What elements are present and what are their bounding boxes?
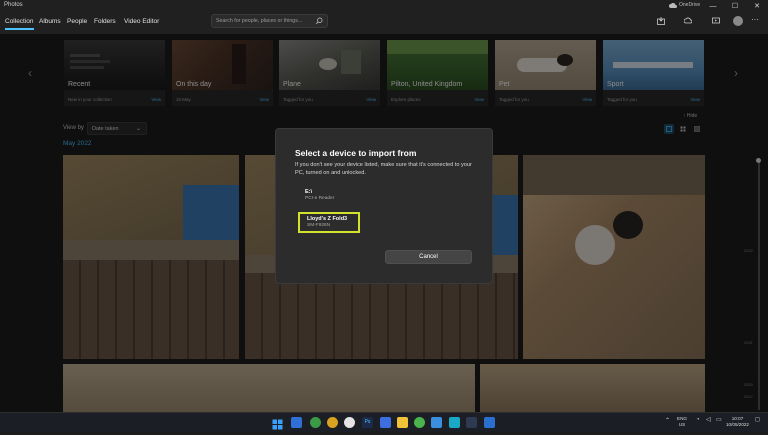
dialog-description: If you don't see your device listed, mak… bbox=[295, 162, 472, 176]
chrome-canary-icon[interactable] bbox=[327, 417, 338, 428]
nav-bar: Collection Albums People Folders Video E… bbox=[0, 12, 768, 34]
more-options-icon[interactable]: ··· bbox=[751, 16, 759, 24]
maximize-button[interactable]: ☐ bbox=[724, 0, 746, 12]
tab-people[interactable]: People bbox=[67, 18, 87, 25]
window-controls: — ☐ ✕ bbox=[702, 0, 768, 12]
device-type: PCI-e Reader bbox=[305, 196, 335, 201]
device-name: Lloyd's Z Fold3 bbox=[307, 216, 348, 222]
device-option-e-drive[interactable]: E:\ PCI-e Reader bbox=[298, 187, 358, 207]
app-icon[interactable] bbox=[466, 417, 477, 428]
chat-icon[interactable] bbox=[414, 417, 425, 428]
minimize-button[interactable]: — bbox=[702, 0, 724, 12]
tab-collection[interactable]: Collection bbox=[5, 18, 34, 30]
onedrive-status[interactable]: OneDrive bbox=[669, 2, 700, 8]
device-name: E:\ bbox=[305, 189, 313, 195]
region-code: US bbox=[678, 421, 686, 427]
time-text: 10:07 bbox=[731, 416, 744, 421]
volume-icon[interactable]: ◁ bbox=[706, 417, 711, 424]
search-icon[interactable] bbox=[315, 17, 323, 25]
language-code: ENG bbox=[677, 416, 687, 421]
chrome-icon[interactable] bbox=[310, 417, 321, 428]
wifi-icon[interactable]: ◔ bbox=[696, 417, 700, 424]
file-explorer-icon[interactable] bbox=[397, 417, 408, 428]
search-input[interactable] bbox=[216, 15, 312, 27]
title-bar: Photos OneDrive — ☐ ✕ bbox=[0, 0, 768, 12]
app-icon[interactable] bbox=[380, 417, 391, 428]
tab-video-editor[interactable]: Video Editor bbox=[124, 18, 159, 25]
browser-icon[interactable] bbox=[344, 417, 355, 428]
photos-icon[interactable] bbox=[484, 417, 495, 428]
taskbar: Ps ⌃ ENG US ◔ ◁ ▭ 10:07 10/05/2022 ◻ bbox=[0, 412, 768, 432]
date-text: 10/05/2022 bbox=[726, 421, 749, 427]
search-box[interactable] bbox=[211, 14, 328, 28]
slideshow-icon[interactable] bbox=[711, 16, 721, 26]
cloud-icon bbox=[669, 2, 677, 8]
cloud-sync-icon[interactable] bbox=[683, 16, 693, 26]
device-option-z-fold3[interactable]: Lloyd's Z Fold3 SM-F926N bbox=[298, 212, 360, 233]
import-icon[interactable] bbox=[656, 16, 666, 26]
battery-icon[interactable]: ▭ bbox=[716, 417, 722, 424]
chevron-up-icon[interactable]: ⌃ bbox=[665, 418, 670, 425]
app-title: Photos bbox=[4, 2, 23, 8]
onedrive-label: OneDrive bbox=[679, 2, 701, 8]
tab-folders[interactable]: Folders bbox=[94, 18, 116, 25]
import-device-dialog: Select a device to import from If you do… bbox=[275, 128, 493, 284]
dialog-title: Select a device to import from bbox=[295, 148, 417, 158]
tab-albums[interactable]: Albums bbox=[39, 18, 61, 25]
photoshop-icon[interactable]: Ps bbox=[362, 417, 373, 428]
mail-icon[interactable] bbox=[291, 417, 302, 428]
language-indicator[interactable]: ENG US bbox=[677, 416, 687, 427]
avatar[interactable] bbox=[733, 16, 743, 26]
clock[interactable]: 10:07 10/05/2022 bbox=[726, 416, 749, 427]
start-icon[interactable] bbox=[272, 417, 283, 430]
app-icon[interactable] bbox=[449, 417, 460, 428]
notification-icon[interactable]: ◻ bbox=[755, 417, 760, 424]
close-button[interactable]: ✕ bbox=[746, 0, 768, 12]
store-icon[interactable] bbox=[431, 417, 442, 428]
cancel-button[interactable]: Cancel bbox=[385, 250, 472, 264]
device-type: SM-F926N bbox=[307, 223, 331, 228]
